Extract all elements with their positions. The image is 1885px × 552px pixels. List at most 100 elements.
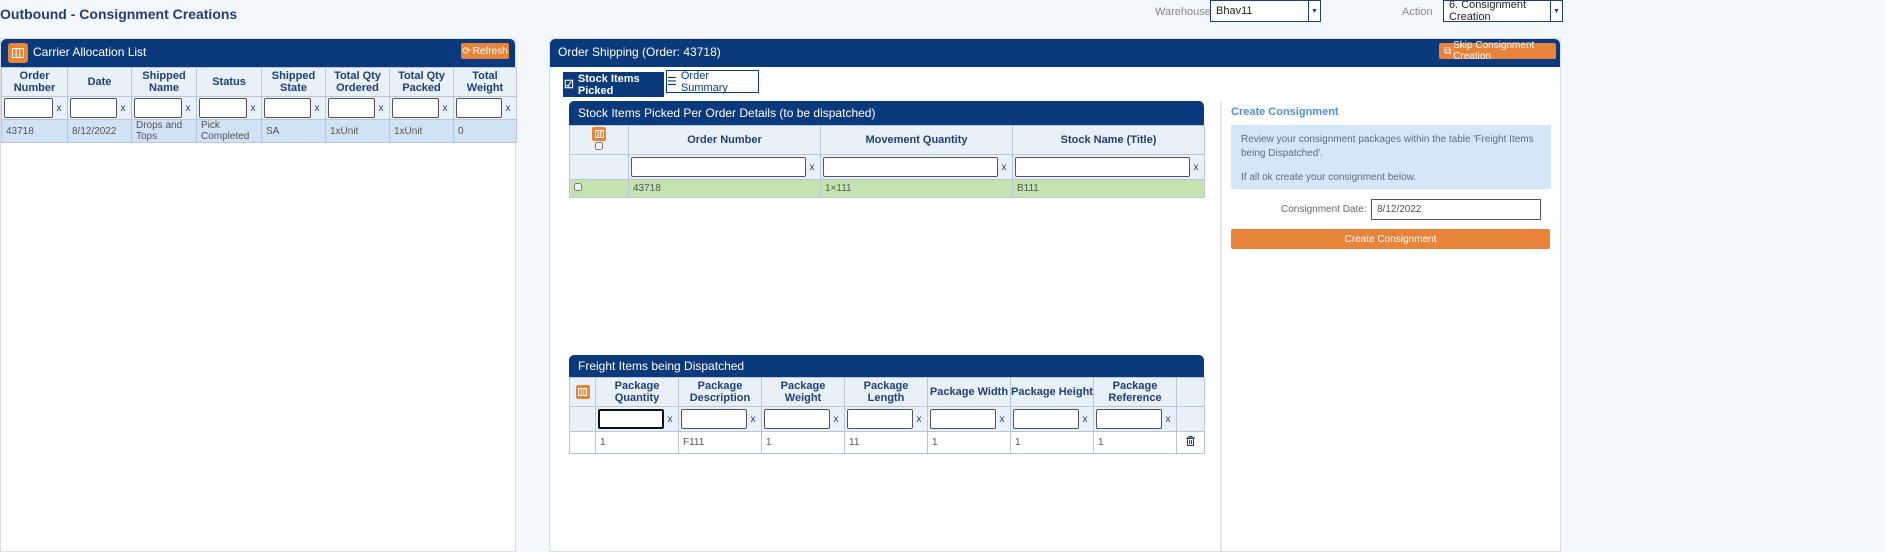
clear-filter-icon[interactable]: x [375,103,387,114]
table-row[interactable]: 1 F111 1 11 1 1 1 [569,431,1205,454]
clear-filter-icon[interactable]: x [747,414,759,425]
table-cell: F111 [678,431,762,454]
clear-filter-icon[interactable]: x [439,103,451,114]
warehouse-label: Warehouse [1155,6,1211,18]
clear-filter-icon[interactable]: x [117,103,129,114]
column-header[interactable]: Shipped State [261,67,326,97]
columns-icon[interactable] [592,127,606,141]
column-header[interactable]: Package Height [1010,377,1094,407]
column-header[interactable]: Stock Name (Title) [1012,125,1205,155]
filter-input[interactable] [631,157,806,177]
chevron-down-icon[interactable]: ▼ [1308,1,1320,21]
list-icon: ☰ [667,76,677,88]
columns-icon[interactable] [575,385,590,399]
check-square-icon: ☑ [564,79,574,91]
stock-items-section: Stock Items Picked Per Order Details (to… [569,101,1205,390]
filter-wrap: x [631,157,818,177]
filter-input[interactable] [456,98,502,118]
table-cell: 0 [453,119,517,143]
column-header[interactable]: Package Length [844,377,928,407]
filter-input[interactable] [134,98,182,118]
filter-input[interactable] [1015,157,1190,177]
filter-wrap: x [823,157,1010,177]
column-header[interactable]: Date [67,67,132,97]
columns-icon[interactable] [8,43,28,63]
clear-filter-icon[interactable]: x [502,103,514,114]
stock-filter-row: xxx [569,154,1205,180]
table-row[interactable]: 43718 8/12/2022 Drops and Tops Pick Complet… [1,119,517,143]
filter-input[interactable] [681,409,747,429]
column-header[interactable]: Movement Quantity [820,125,1013,155]
column-header[interactable]: Package Weight [761,377,845,407]
filter-wrap: x [456,98,514,118]
clear-filter-icon[interactable]: x [311,103,323,114]
freight-items-section: Freight Items being Dispatched Package Q… [569,355,1205,454]
filter-input[interactable] [328,98,375,118]
clear-filter-icon[interactable]: x [996,414,1008,425]
filter-input[interactable] [823,157,998,177]
trash-icon[interactable] [1186,436,1195,446]
filter-wrap: x [392,98,451,118]
column-header[interactable]: Package Quantity [595,377,679,407]
column-header[interactable]: Status [196,67,262,97]
refresh-button[interactable]: ⟳ Refresh [461,43,509,59]
skip-consignment-button[interactable]: ⧉ Skip Consignment Creation [1439,40,1556,62]
filter-input[interactable] [199,98,247,118]
clear-filter-icon[interactable]: x [53,103,65,114]
row-checkbox[interactable] [574,183,582,191]
filter-input[interactable] [264,98,311,118]
filter-input[interactable] [1013,409,1079,429]
filter-cell: x [325,96,390,120]
shipping-panel-header: Order Shipping (Order: 43718) ⧉ Skip Con… [550,39,1560,67]
clear-filter-icon[interactable]: x [664,414,676,425]
action-select[interactable]: 6. Consignment Creation ▼ [1443,0,1563,23]
clear-filter-icon[interactable]: x [913,414,925,425]
table-cell: 11 [844,431,928,454]
column-header[interactable]: Package Reference [1093,377,1177,407]
create-consignment-title: Create Consignment [1231,106,1339,118]
stock-items-table: Order Number Movement Quantity Stock Name … [569,125,1205,198]
create-consignment-button[interactable]: Create Consignment [1231,229,1550,249]
filter-input[interactable] [847,409,913,429]
column-header[interactable]: Package Description [678,377,762,407]
column-header[interactable]: Shipped Name [131,67,197,97]
stock-items-header: Stock Items Picked Per Order Details (to… [569,101,1204,125]
chevron-down-icon[interactable]: ▼ [1550,1,1562,21]
row-actions-cell [1176,431,1205,454]
clear-filter-icon[interactable]: x [998,162,1010,173]
filter-input[interactable] [930,409,996,429]
filter-input[interactable] [598,409,664,429]
filter-input[interactable] [70,98,117,118]
column-header[interactable]: Total Weight [453,67,517,97]
filter-input[interactable] [4,98,53,118]
filter-wrap: x [70,98,129,118]
column-header[interactable]: Total Qty Packed [389,67,454,97]
clear-filter-icon[interactable]: x [1190,162,1202,173]
clear-filter-icon[interactable]: x [1162,414,1174,425]
tab-order-summary[interactable]: ☰ Order Summary [666,70,759,94]
filter-input[interactable] [392,98,439,118]
column-header[interactable]: Order Number [1,67,68,97]
column-header[interactable]: Package Width [927,377,1011,407]
table-row[interactable]: 43718 1×111 B111 [569,179,1205,198]
consignment-date-input[interactable]: 8/12/2022 [1371,199,1541,220]
column-header[interactable]: Order Number [628,125,821,155]
filter-input[interactable] [764,409,830,429]
table-cell: 1 [927,431,1011,454]
tab-stock-items-picked[interactable]: ☑ Stock Items Picked [563,72,664,97]
filter-cell: x [453,96,517,120]
carrier-filter-row: xxxxxxxx [1,96,517,120]
clear-filter-icon[interactable]: x [182,103,194,114]
select-all-checkbox[interactable] [595,142,603,150]
table-cell: 43718 [628,179,821,198]
clear-filter-icon[interactable]: x [1079,414,1091,425]
warehouse-select[interactable]: Bhav11 ▼ [1210,0,1321,22]
clear-filter-icon[interactable]: x [806,162,818,173]
freight-items-header: Freight Items being Dispatched [569,355,1204,377]
table-cell: Pick Completed [196,119,262,143]
refresh-icon: ⟳ [462,45,471,57]
column-header[interactable]: Total Qty Ordered [325,67,390,97]
filter-input[interactable] [1096,409,1162,429]
clear-filter-icon[interactable]: x [830,414,842,425]
clear-filter-icon[interactable]: x [247,103,259,114]
